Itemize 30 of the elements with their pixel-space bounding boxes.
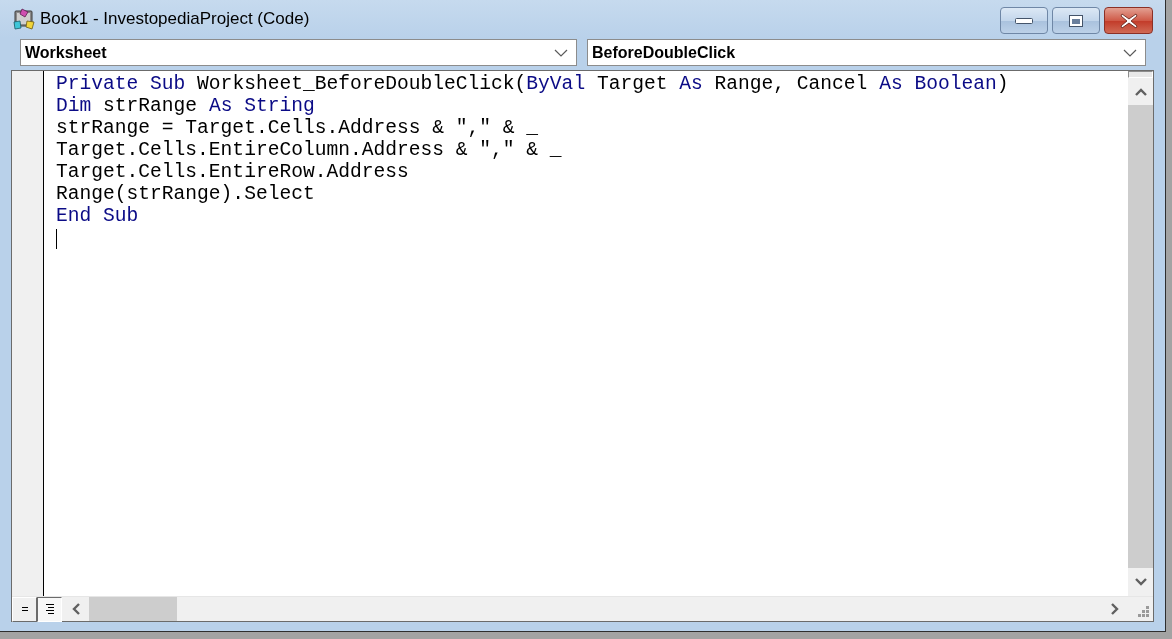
maximize-button[interactable] [1052,7,1100,34]
code-line: strRange = Target.Cells.Address & "," & _ [56,117,539,139]
chevron-up-icon [1134,87,1147,96]
close-icon [1119,12,1138,29]
code-line: Private Sub Worksheet_BeforeDoubleClick(ByVal Target As Range, Cancel As Boolean) [56,73,1009,95]
close-button[interactable] [1104,7,1153,34]
code-line: Target.Cells.EntireColumn.Address & "," & _ [56,139,562,161]
code-line: Dim strRange As String [56,95,315,117]
app-icon [13,8,35,30]
lines-icon [19,606,30,613]
window-title: Book1 - InvestopediaProject (Code) [40,8,310,31]
chevron-down-icon [1134,578,1147,586]
code-line: End Sub [56,205,139,227]
maximize-icon [1069,14,1083,27]
split-bar[interactable] [1128,71,1153,78]
minimize-button[interactable] [1000,7,1048,34]
chevron-down-icon [554,48,568,57]
lines-icon [44,604,55,615]
code-line: Target.Cells.EntireRow.Address [56,161,409,183]
procedure-view-button[interactable] [12,597,37,622]
code-line: Range(strRange).Select [56,183,315,205]
scrollbar-thumb[interactable] [89,597,177,621]
minimize-icon [1015,17,1033,24]
object-dropdown[interactable]: Worksheet [20,39,577,66]
chevron-right-icon [1110,603,1119,615]
size-grip-icon [1138,606,1149,617]
chevron-left-icon [71,603,80,615]
chevron-down-icon [1123,48,1137,57]
procedure-dropdown[interactable]: BeforeDoubleClick [587,39,1146,66]
module-view-button[interactable] [37,597,62,622]
